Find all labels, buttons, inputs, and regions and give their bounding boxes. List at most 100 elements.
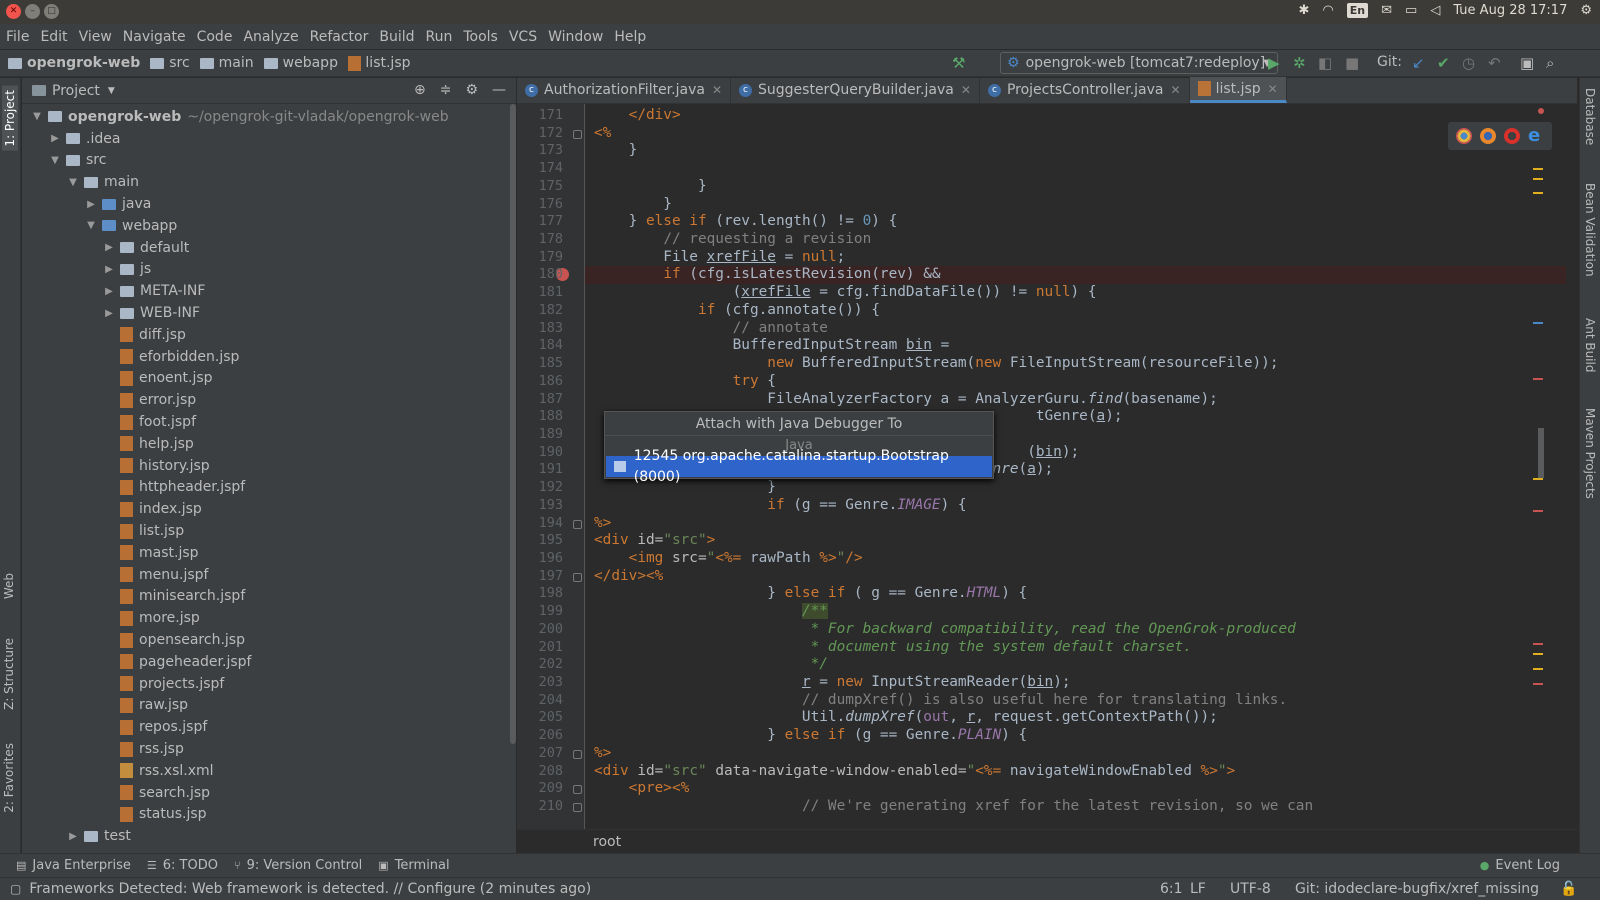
battery-icon[interactable]: ▭ [1405, 3, 1417, 18]
collapsed-arrow-icon[interactable]: ▶ [48, 133, 62, 144]
menu-refactor[interactable]: Refactor [310, 29, 369, 45]
tree-item[interactable]: diff.jsp [22, 324, 516, 346]
stop-icon[interactable]: ■ [1345, 54, 1359, 72]
tree-item[interactable]: rss.jsp [22, 738, 516, 760]
collapsed-arrow-icon[interactable]: ▶ [102, 242, 116, 253]
tree-item[interactable]: repos.jspf [22, 716, 516, 738]
expanded-arrow-icon[interactable]: ▼ [84, 220, 98, 231]
project-structure-icon[interactable]: ▣ [1520, 54, 1534, 72]
tree-item[interactable]: httpheader.jspf [22, 477, 516, 499]
menu-tools[interactable]: Tools [463, 29, 498, 45]
run-icon[interactable]: ▶ [1268, 54, 1280, 72]
settings-gear-icon[interactable]: ⚙ [465, 82, 478, 98]
git-revert-icon[interactable]: ↶ [1488, 54, 1501, 72]
volume-icon[interactable]: ◁ [1430, 3, 1440, 18]
menu-run[interactable]: Run [426, 29, 453, 45]
tree-item[interactable]: more.jsp [22, 607, 516, 629]
fold-marker-icon[interactable] [573, 519, 582, 529]
breadcrumb-src[interactable]: src [150, 55, 190, 71]
debug-icon[interactable]: ✲ [1293, 54, 1306, 72]
collapsed-arrow-icon[interactable]: ▶ [84, 199, 98, 210]
tree-item[interactable]: ▶ META-INF [22, 280, 516, 302]
project-view-selector[interactable]: Project [52, 83, 100, 99]
tree-item[interactable]: ▶ java [22, 193, 516, 215]
menu-file[interactable]: File [6, 29, 29, 45]
tree-item[interactable]: foot.jspf [22, 411, 516, 433]
tool-tab-todo[interactable]: ☰ 6: TODO [147, 858, 218, 873]
collapsed-arrow-icon[interactable]: ▶ [102, 308, 116, 319]
git-update-icon[interactable]: ↙ [1412, 54, 1425, 72]
git-history-icon[interactable]: ◷ [1462, 54, 1475, 72]
tree-item[interactable]: pageheader.jspf [22, 651, 516, 673]
search-icon[interactable]: ⌕ [1546, 54, 1554, 72]
collapsed-arrow-icon[interactable]: ▶ [102, 264, 116, 275]
tree-item[interactable]: error.jsp [22, 389, 516, 411]
breadcrumb-file[interactable]: list.jsp [347, 55, 411, 71]
tree-item[interactable]: raw.jsp [22, 695, 516, 717]
breadcrumb-main[interactable]: main [199, 55, 254, 71]
expanded-arrow-icon[interactable]: ▼ [30, 111, 44, 122]
process-list-item[interactable]: 12545 org.apache.catalina.startup.Bootst… [606, 448, 992, 485]
tree-item[interactable]: menu.jspf [22, 564, 516, 586]
editor-breadcrumb[interactable]: root [517, 829, 1577, 853]
tool-tab-maven-projects[interactable]: Maven Projects [1583, 408, 1597, 499]
tool-tab-version-control[interactable]: ⑂ 9: Version Control [234, 858, 362, 873]
tool-tab-web[interactable]: Web [2, 573, 16, 599]
fold-marker-icon[interactable] [573, 749, 582, 759]
collapsed-arrow-icon[interactable]: ▶ [102, 286, 116, 297]
tree-item[interactable]: index.jsp [22, 498, 516, 520]
tree-item[interactable]: status.jsp [22, 804, 516, 826]
tree-item[interactable]: ▶ default [22, 237, 516, 259]
menu-build[interactable]: Build [379, 29, 414, 45]
editor-tab[interactable]: c ProjectsController.java ✕ [980, 77, 1190, 103]
git-branch-widget[interactable]: Git: idodeclare-bugfix/xref_missing [1295, 881, 1539, 897]
tree-item[interactable]: ▼ opengrok-web ~/opengrok-git-vladak/openg… [22, 106, 516, 128]
close-window-button[interactable]: ✕ [6, 4, 21, 19]
coverage-icon[interactable]: ◧ [1318, 54, 1332, 72]
close-tab-icon[interactable]: ✕ [712, 83, 722, 97]
tree-item[interactable]: history.jsp [22, 455, 516, 477]
tool-tab-event-log[interactable]: ● Event Log [1480, 858, 1560, 873]
editor-tab[interactable]: c SuggesterQueryBuilder.java ✕ [731, 77, 980, 103]
expanded-arrow-icon[interactable]: ▼ [48, 155, 62, 166]
tree-item[interactable]: rss.xsl.xml [22, 760, 516, 782]
collapsed-arrow-icon[interactable]: ▶ [66, 831, 80, 842]
expanded-arrow-icon[interactable]: ▼ [66, 177, 80, 188]
fold-marker-icon[interactable] [573, 785, 582, 795]
edge-icon[interactable]: e [1528, 127, 1544, 145]
close-tab-icon[interactable]: ✕ [1171, 83, 1181, 97]
maximize-window-button[interactable]: □ [44, 4, 59, 19]
tree-item[interactable]: ▶ WEB-INF [22, 302, 516, 324]
tree-item[interactable]: ▶ .idea [22, 128, 516, 150]
close-tab-icon[interactable]: ✕ [961, 83, 971, 97]
keyboard-layout-indicator[interactable]: En [1346, 3, 1369, 18]
minimize-window-button[interactable]: – [25, 4, 40, 19]
fold-marker-icon[interactable] [573, 129, 582, 139]
tool-tab-favorites[interactable]: 2: Favorites [2, 743, 16, 813]
tool-tab-project[interactable]: 1: Project [2, 86, 18, 151]
status-message[interactable]: Frameworks Detected: Web framework is de… [29, 881, 591, 897]
fold-marker-icon[interactable] [573, 803, 582, 813]
bug-icon[interactable]: ✱ [1299, 3, 1310, 18]
breadcrumb-webapp[interactable]: webapp [263, 55, 338, 71]
line-separator[interactable]: LF [1190, 881, 1206, 897]
scroll-from-source-icon[interactable]: ⊕ [414, 82, 426, 98]
build-hammer-icon[interactable]: ⚒ [952, 54, 965, 72]
menu-navigate[interactable]: Navigate [123, 29, 186, 45]
mail-icon[interactable]: ✉ [1381, 3, 1392, 18]
tree-item[interactable]: ▼ main [22, 171, 516, 193]
tree-item[interactable]: ▼ webapp [22, 215, 516, 237]
project-tree-scrollbar[interactable] [510, 104, 516, 744]
file-encoding[interactable]: UTF-8 [1230, 881, 1271, 897]
menu-vcs[interactable]: VCS [509, 29, 537, 45]
tool-tab-ant-build[interactable]: Ant Build [1583, 318, 1597, 372]
firefox-icon[interactable] [1480, 128, 1496, 144]
menu-help[interactable]: Help [614, 29, 646, 45]
opera-icon[interactable] [1504, 128, 1520, 144]
tree-item[interactable]: help.jsp [22, 433, 516, 455]
breadcrumb-module[interactable]: opengrok-web [8, 55, 140, 71]
menu-analyze[interactable]: Analyze [243, 29, 298, 45]
wifi-icon[interactable]: ◠ [1322, 3, 1333, 18]
status-toggle-icon[interactable]: ▢ [10, 882, 21, 896]
tree-item[interactable]: enoent.jsp [22, 368, 516, 390]
